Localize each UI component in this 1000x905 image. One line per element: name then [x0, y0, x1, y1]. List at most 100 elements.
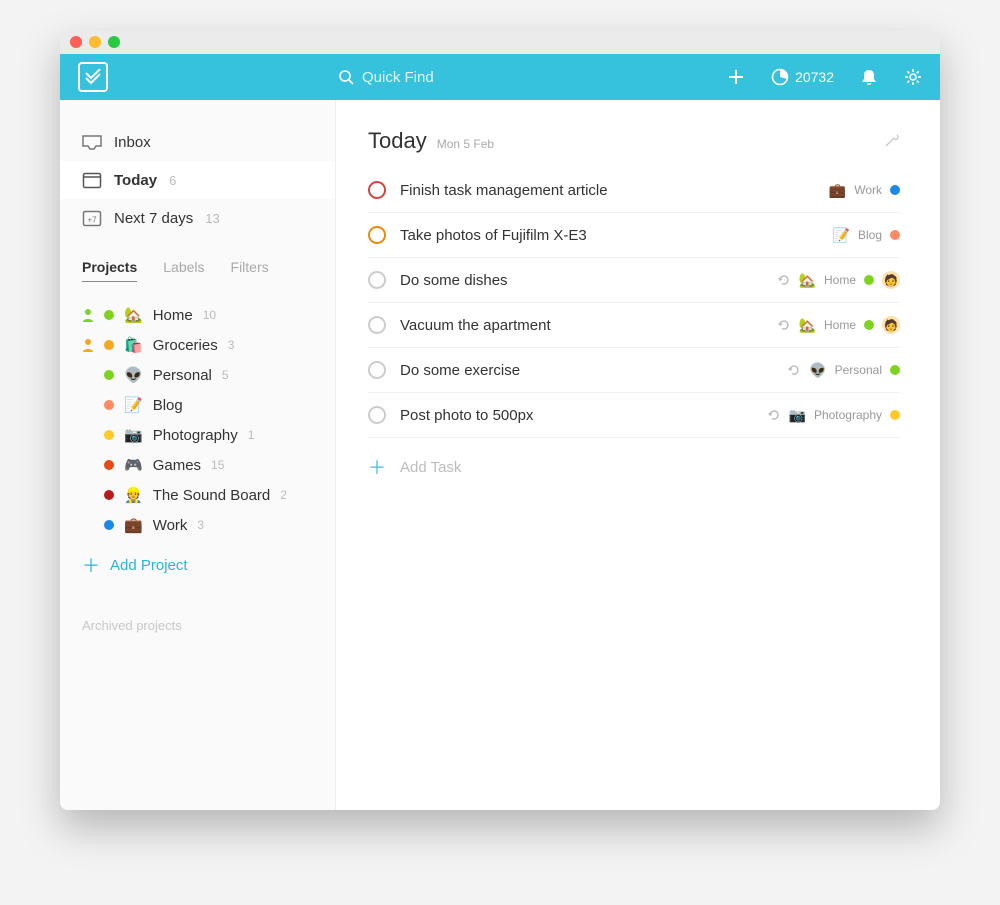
view-options-button[interactable]	[884, 132, 900, 148]
gear-icon	[904, 68, 922, 86]
project-name: Work	[153, 517, 188, 534]
settings-button[interactable]	[904, 68, 922, 86]
recurring-icon	[787, 363, 801, 377]
task-project-color	[890, 230, 900, 240]
add-task-button[interactable]: ＋ Add Task	[368, 438, 900, 496]
tab-labels[interactable]: Labels	[163, 259, 204, 282]
today-icon	[82, 171, 102, 189]
task-checkbox[interactable]	[368, 181, 386, 199]
project-emoji: 👷	[124, 486, 143, 504]
project-color-dot	[104, 430, 114, 440]
karma-icon	[771, 68, 789, 86]
task-title: Vacuum the apartment	[400, 317, 763, 334]
task-title: Finish task management article	[400, 182, 815, 199]
add-task-topbar-button[interactable]	[727, 68, 745, 86]
project-count: 5	[222, 368, 229, 382]
task-project-color	[890, 365, 900, 375]
task-checkbox[interactable]	[368, 271, 386, 289]
close-window-button[interactable]	[70, 36, 82, 48]
task-list: Finish task management article💼WorkTake …	[368, 168, 900, 438]
view-date: Mon 5 Feb	[437, 137, 494, 151]
project-count: 15	[211, 458, 224, 472]
task-row[interactable]: Vacuum the apartment🏡Home🧑	[368, 303, 900, 348]
task-checkbox[interactable]	[368, 406, 386, 424]
task-project-color	[890, 410, 900, 420]
bell-icon	[860, 68, 878, 86]
karma-button[interactable]: 20732	[771, 68, 834, 86]
project-color-dot	[104, 310, 114, 320]
task-project-color	[864, 320, 874, 330]
sidebar-tabs: Projects Labels Filters	[60, 237, 335, 288]
task-project-name: Home	[824, 318, 856, 332]
project-emoji: 📷	[124, 426, 143, 444]
task-checkbox[interactable]	[368, 361, 386, 379]
project-item[interactable]: 👷The Sound Board2	[60, 480, 335, 510]
tools-icon	[884, 132, 900, 148]
project-color-dot	[104, 340, 114, 350]
task-project-emoji: 🏡	[799, 272, 816, 289]
nav-count: 6	[169, 173, 176, 188]
karma-points: 20732	[795, 69, 834, 85]
project-color-dot	[104, 490, 114, 500]
project-color-dot	[104, 370, 114, 380]
project-item[interactable]: 🛍️Groceries3	[60, 330, 335, 360]
project-item[interactable]: 🎮 Games 15	[60, 450, 335, 480]
project-emoji: 🎮	[124, 456, 143, 474]
project-item[interactable]: 🏡Home10	[60, 300, 335, 330]
notifications-button[interactable]	[860, 68, 878, 86]
nav-item-today[interactable]: Today 6	[60, 161, 335, 199]
project-item[interactable]: 📷Photography1	[60, 420, 335, 450]
app-logo[interactable]	[78, 62, 108, 92]
shared-icon	[82, 338, 94, 352]
app-window: Quick Find 20732	[60, 30, 940, 810]
tab-filters[interactable]: Filters	[231, 259, 269, 282]
sidebar: Inbox Today 6+7Next 7 days 13 Projects Lab…	[60, 100, 336, 810]
view-title: Today	[368, 128, 427, 154]
task-title: Take photos of Fujifilm X-E3	[400, 227, 819, 244]
task-project-name: Blog	[858, 228, 882, 242]
project-item[interactable]: 👽Personal5	[60, 360, 335, 390]
task-checkbox[interactable]	[368, 226, 386, 244]
task-row[interactable]: Post photo to 500px📷Photography	[368, 393, 900, 438]
task-row[interactable]: Do some exercise👽Personal	[368, 348, 900, 393]
task-project-name: Personal	[835, 363, 882, 377]
project-item[interactable]: 💼Work3	[60, 510, 335, 540]
task-project-emoji: 🏡	[799, 317, 816, 334]
fullscreen-window-button[interactable]	[108, 36, 120, 48]
add-project-button[interactable]: ＋ Add Project	[60, 540, 335, 590]
recurring-indicator	[777, 273, 791, 287]
main-header: Today Mon 5 Feb	[368, 128, 900, 154]
plus-icon: ＋	[82, 552, 100, 578]
topbar: Quick Find 20732	[60, 54, 940, 100]
task-project-name: Photography	[814, 408, 882, 422]
nav-item-next7[interactable]: +7Next 7 days 13	[60, 199, 335, 237]
project-name: Games	[153, 457, 201, 474]
task-meta: 📷Photography	[767, 407, 901, 424]
quick-find[interactable]: Quick Find	[338, 69, 434, 86]
assignee-avatar: 🧑	[882, 271, 900, 289]
project-count: 3	[197, 518, 204, 532]
archived-projects-link[interactable]: Archived projects	[60, 590, 335, 661]
svg-text:+7: +7	[87, 216, 97, 225]
task-project-color	[864, 275, 874, 285]
nav-label: Inbox	[114, 134, 151, 151]
shared-icon	[82, 308, 94, 322]
add-project-label: Add Project	[110, 557, 188, 574]
recurring-indicator	[787, 363, 801, 377]
minimize-window-button[interactable]	[89, 36, 101, 48]
window-titlebar	[60, 30, 940, 54]
task-row[interactable]: Take photos of Fujifilm X-E3 📝 Blog	[368, 213, 900, 258]
task-project-emoji: 💼	[829, 182, 846, 199]
recurring-icon	[777, 273, 791, 287]
project-item[interactable]: 📝Blog	[60, 390, 335, 420]
project-color-dot	[104, 520, 114, 530]
todoist-logo-icon	[85, 69, 101, 85]
project-count: 1	[248, 428, 255, 442]
task-meta: 👽Personal	[787, 362, 900, 379]
nav-item-inbox[interactable]: Inbox	[60, 124, 335, 161]
task-checkbox[interactable]	[368, 316, 386, 334]
tab-projects[interactable]: Projects	[82, 259, 137, 282]
task-project-emoji: 📝	[833, 227, 850, 244]
task-row[interactable]: Finish task management article💼Work	[368, 168, 900, 213]
task-row[interactable]: Do some dishes🏡Home🧑	[368, 258, 900, 303]
